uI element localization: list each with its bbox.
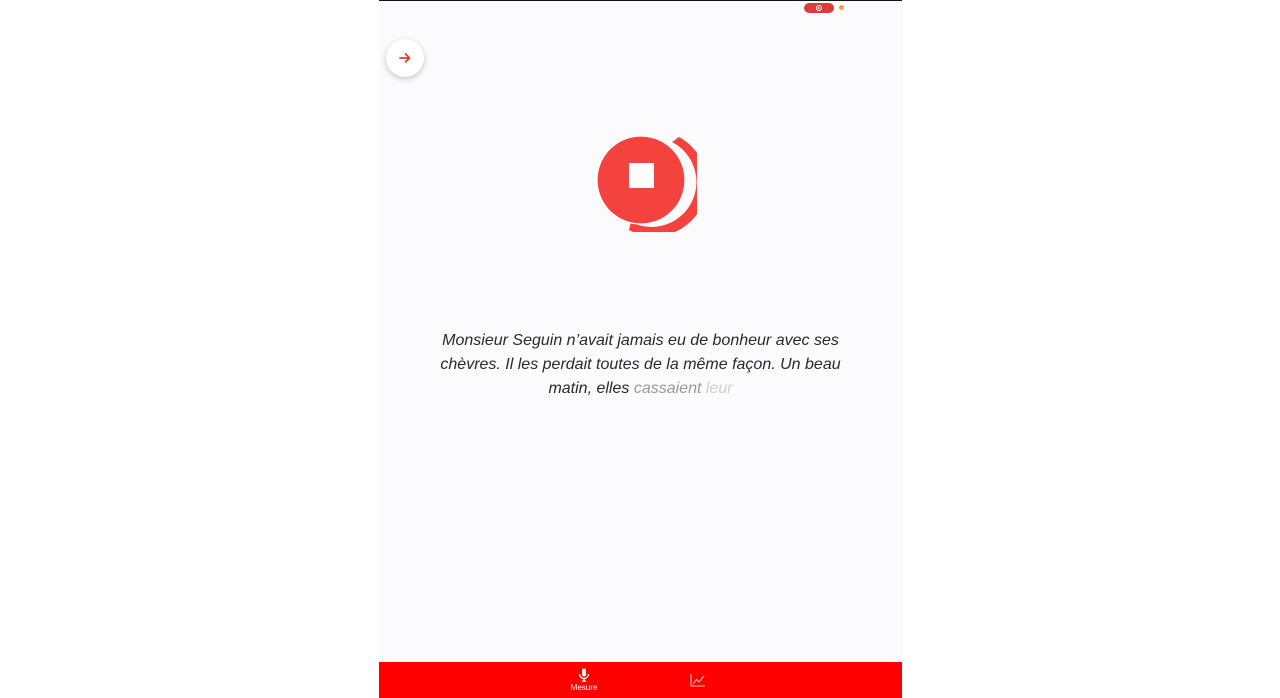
transcript-upcoming-word: leur — [705, 380, 733, 397]
tab-statistics[interactable] — [682, 662, 714, 698]
orange-dot-icon — [839, 5, 844, 10]
app-screen: Monsieur Seguin n’avait jamais eu de bon… — [379, 0, 902, 698]
top-edge-divider — [379, 0, 902, 1]
arrow-right-icon — [399, 53, 411, 63]
record-dot — [816, 5, 822, 11]
line-chart-icon — [690, 674, 705, 687]
transcript-text: Monsieur Seguin n’avait jamais eu de bon… — [427, 329, 854, 401]
bottom-tab-bar: Mesure — [379, 662, 902, 698]
transcript-current-word: cassaient — [633, 380, 702, 397]
stop-icon[interactable] — [629, 163, 654, 188]
tab-mesure-label: Mesure — [570, 683, 598, 692]
tab-mesure[interactable]: Mesure — [564, 662, 604, 698]
microphone-icon — [578, 668, 590, 682]
next-button[interactable] — [386, 39, 424, 77]
record-pill-icon — [804, 3, 834, 13]
